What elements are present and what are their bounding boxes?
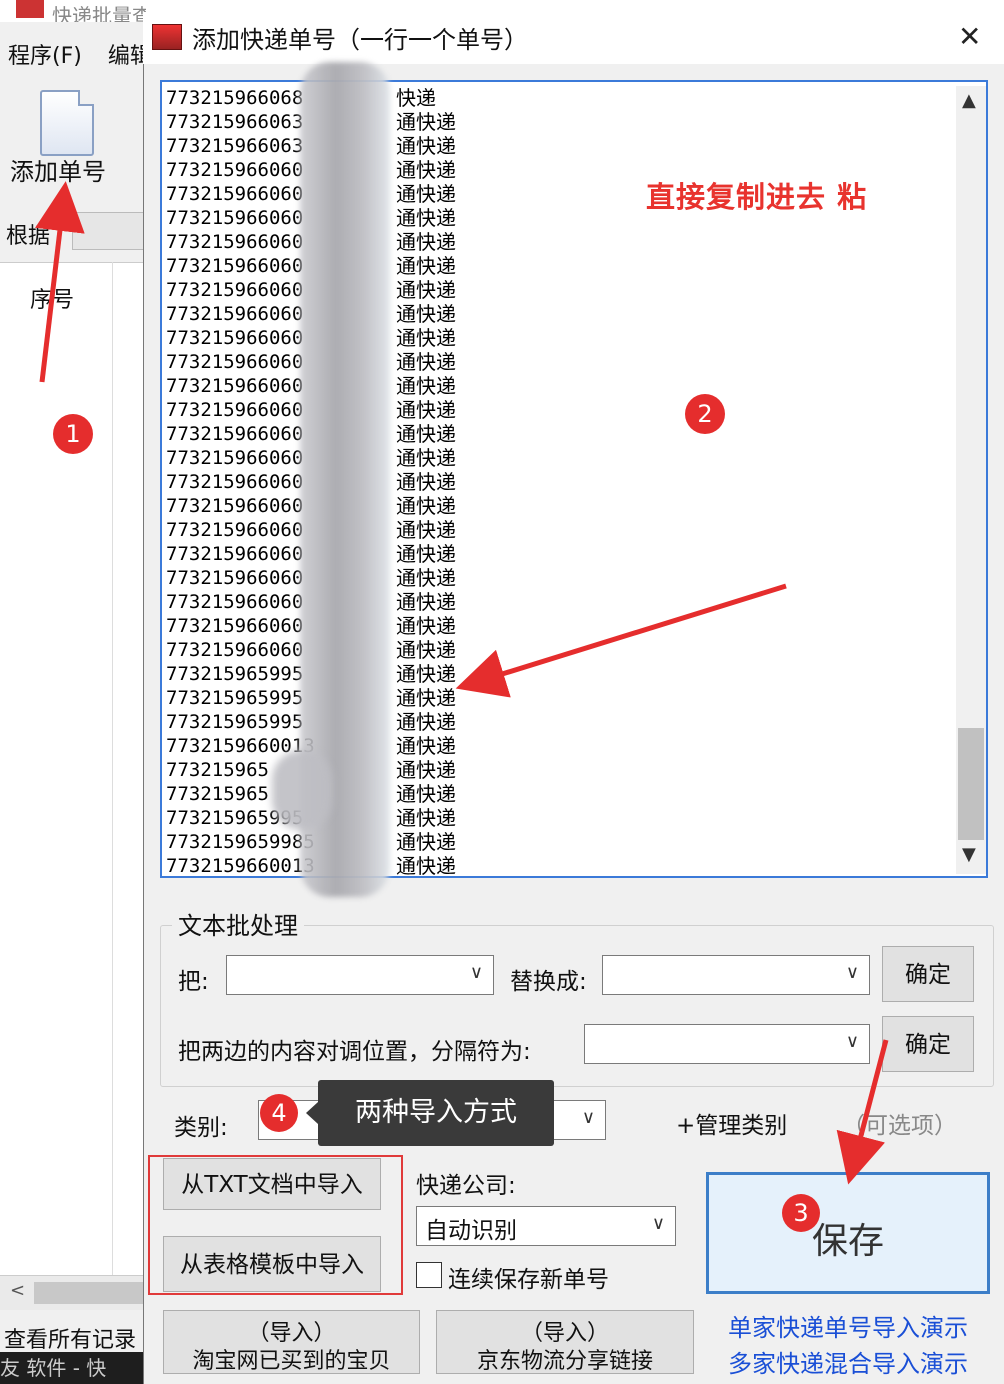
arrow-to-save — [836, 1039, 889, 1185]
arrow-to-textarea — [455, 583, 787, 698]
step-badge-4: 4 — [260, 1094, 298, 1132]
arrow-to-add-icon — [35, 181, 85, 383]
step-badge-3: 3 — [782, 1194, 820, 1232]
step-badge-2: 2 — [685, 394, 725, 434]
annotation-arrows — [35, 181, 889, 1185]
step-badge-1: 1 — [53, 414, 93, 454]
